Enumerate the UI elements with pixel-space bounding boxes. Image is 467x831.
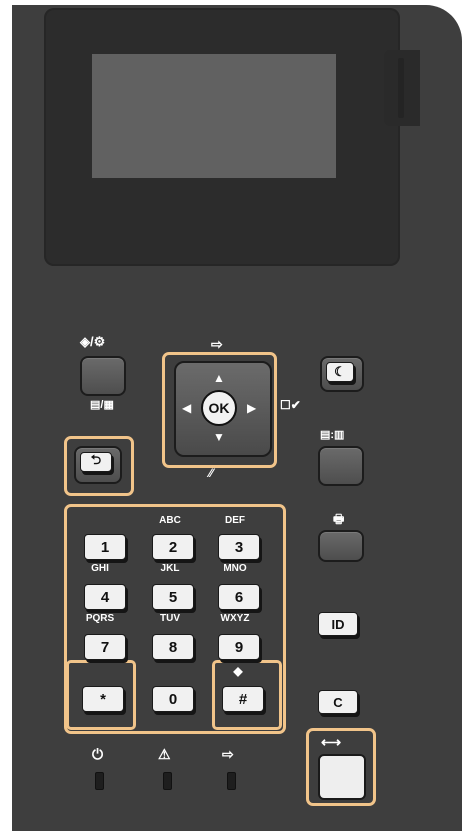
key-3-letters: DEF: [225, 515, 245, 526]
reset-icon: ⁄⁄: [209, 466, 214, 480]
panel-tilt-handle[interactable]: [384, 50, 420, 126]
power-indicator-icon: ⏻: [92, 746, 104, 762]
key-4[interactable]: 4: [84, 584, 126, 610]
start-icon: ⟷: [321, 734, 342, 750]
paper-feed-icon: 🖶: [333, 512, 345, 526]
key-8[interactable]: 8: [152, 634, 194, 660]
menu-button[interactable]: [318, 446, 364, 486]
key-1[interactable]: 1: [84, 534, 126, 560]
power-led: [95, 772, 104, 790]
up-arrow-button[interactable]: ▲: [213, 371, 225, 385]
menu-icon: ▤:▥: [320, 429, 345, 441]
paper-feed-button[interactable]: [318, 530, 364, 562]
paper-setting-icon: ☐✔: [280, 398, 301, 412]
key-5-letters: JKL: [160, 563, 180, 574]
clear-button[interactable]: C: [318, 690, 358, 714]
moon-icon: ☾: [326, 362, 354, 382]
data-indicator-icon: ⇨: [222, 746, 234, 762]
back-icon[interactable]: ⮌: [80, 452, 112, 472]
home-icon: ⇨: [211, 336, 223, 352]
key-2-letters: ABC: [159, 515, 181, 526]
settings-button[interactable]: [80, 356, 126, 396]
settings-icon: ◈/⚙: [80, 334, 106, 349]
right-arrow-button[interactable]: ▶: [247, 401, 256, 415]
id-button[interactable]: ID: [318, 612, 358, 636]
key-5[interactable]: 5: [152, 584, 194, 610]
lcd-display: [92, 54, 336, 178]
key-6[interactable]: 6: [218, 584, 260, 610]
key-star[interactable]: *: [82, 686, 124, 712]
key-hash-symbol: ◆: [233, 664, 243, 678]
start-button[interactable]: [318, 754, 366, 800]
error-indicator-icon: ⚠: [158, 746, 171, 762]
key-2[interactable]: 2: [152, 534, 194, 560]
ok-button[interactable]: OK: [201, 390, 237, 426]
key-7-letters: PQRS: [85, 613, 115, 624]
key-0[interactable]: 0: [152, 686, 194, 712]
key-8-letters: TUV: [160, 613, 180, 624]
key-9-letters: WXYZ: [220, 613, 250, 624]
key-6-letters: MNO: [223, 563, 247, 574]
key-7[interactable]: 7: [84, 634, 126, 660]
key-4-letters: GHI: [91, 563, 109, 574]
left-arrow-button[interactable]: ◀: [182, 401, 191, 415]
down-arrow-button[interactable]: ▼: [213, 430, 225, 444]
key-9[interactable]: 9: [218, 634, 260, 660]
key-hash[interactable]: #: [222, 686, 264, 712]
data-led: [227, 772, 236, 790]
status-monitor-icon: ▤/▦: [90, 399, 114, 411]
error-led: [163, 772, 172, 790]
key-3[interactable]: 3: [218, 534, 260, 560]
